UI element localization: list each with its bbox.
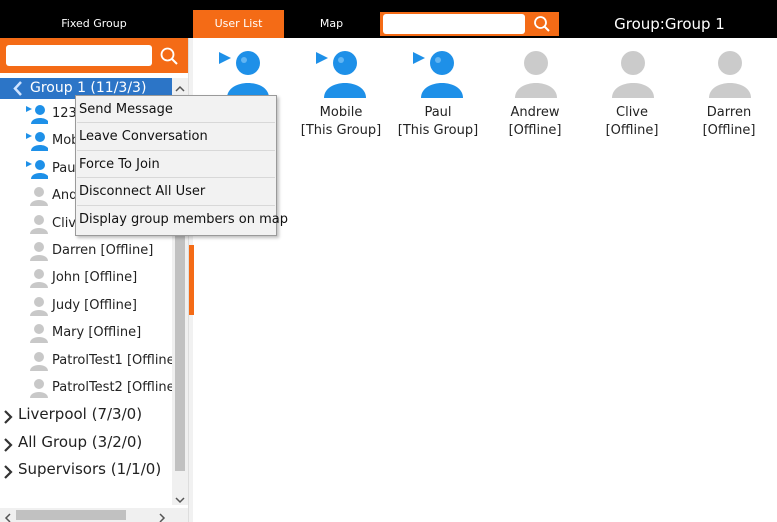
group-item[interactable]: All Group (3/2/0) [0, 429, 172, 456]
menu-item[interactable]: Display group members on map [76, 206, 288, 233]
group-title: Group:Group 1 [614, 15, 725, 33]
horizontal-scroll-thumb[interactable] [16, 510, 126, 520]
online-user-icon [26, 159, 49, 179]
offline-user-icon [510, 48, 560, 98]
member-label: John [Offline] [52, 270, 138, 286]
online-user-icon [26, 131, 49, 152]
member-item[interactable]: Mary [Offline] [0, 319, 172, 346]
context-menu: Send Message Leave Conversation Force To J… [75, 95, 288, 236]
member-item[interactable]: John [Offline] [0, 264, 172, 291]
member-label: PatrolTest2 [Offline] [52, 380, 172, 395]
expand-chevron-icon[interactable] [3, 407, 14, 424]
user-name: Paul [424, 105, 452, 120]
user-status: [Offline] [702, 123, 756, 138]
member-label: Judy [Offline] [52, 297, 137, 313]
member-label: PatrolTest1 [Offline] [52, 352, 172, 368]
top-search-bar [380, 12, 559, 36]
user-status: [Offline] [508, 123, 562, 138]
scroll-left-icon[interactable] [2, 509, 14, 522]
offline-user-icon [26, 378, 48, 398]
splitter-grip[interactable] [189, 245, 194, 315]
member-item[interactable]: Darren [Offline] [0, 237, 172, 264]
offline-user-icon [26, 186, 48, 207]
horizontal-scrollbar[interactable] [0, 508, 188, 522]
user-name: Mobile [319, 105, 363, 120]
user-status: [Offline] [605, 123, 659, 138]
search-icon[interactable] [532, 14, 552, 34]
menu-item[interactable]: Send Message [76, 96, 276, 123]
online-user-icon [26, 104, 49, 124]
scroll-up-icon[interactable] [174, 80, 186, 92]
expand-chevron-icon[interactable] [3, 462, 14, 479]
offline-user-icon [26, 296, 48, 316]
offline-user-icon [26, 241, 48, 261]
user-name: Clive [616, 105, 648, 120]
member-label: Mary [Offline] [52, 325, 142, 341]
menu-item[interactable]: Leave Conversation [76, 123, 276, 150]
group-item[interactable]: Liverpool (7/3/0) [0, 401, 172, 428]
online-user-icon [316, 48, 366, 98]
top-bar: Fixed Group User List Map Group:Group 1 [0, 0, 777, 38]
scroll-right-icon[interactable] [156, 509, 168, 522]
group-label: Liverpool (7/3/0) [18, 405, 143, 423]
member-label: And [52, 188, 78, 204]
offline-user-icon [704, 48, 754, 98]
back-chevron-icon[interactable] [12, 81, 24, 96]
online-user-icon [219, 48, 269, 98]
user-status: [This Group] [397, 123, 479, 138]
member-label: Darren [Offline] [52, 243, 154, 258]
group-1-label: Group 1 (11/3/3) [30, 80, 147, 96]
tab-map[interactable]: Map [286, 10, 377, 38]
offline-user-icon [607, 48, 657, 98]
group-item[interactable]: Supervisors (1/1/0) [0, 456, 172, 483]
tab-user-list[interactable]: User List [193, 10, 284, 38]
member-item[interactable]: PatrolTest2 [Offline] [0, 374, 172, 401]
tab-fixed-group[interactable]: Fixed Group [0, 10, 188, 38]
menu-item[interactable]: Disconnect All User [76, 178, 276, 205]
scroll-down-icon[interactable] [174, 491, 186, 504]
member-item[interactable]: Judy [Offline] [0, 292, 172, 319]
menu-item[interactable]: Force To Join [76, 151, 276, 178]
user-name: Darren [706, 105, 752, 120]
user-status: [This Group] [300, 123, 382, 138]
expand-chevron-icon[interactable] [3, 435, 14, 452]
search-icon[interactable] [158, 45, 180, 67]
offline-user-icon [26, 323, 48, 344]
top-search-input[interactable] [383, 14, 525, 34]
group-label: Supervisors (1/1/0) [18, 460, 162, 478]
offline-user-icon [26, 214, 48, 234]
offline-user-icon [26, 351, 48, 371]
offline-user-icon [26, 268, 48, 289]
group-label: All Group (3/2/0) [18, 432, 143, 451]
online-user-icon [413, 48, 463, 98]
user-name: Andrew [510, 105, 560, 120]
member-item[interactable]: PatrolTest1 [Offline] [0, 347, 172, 374]
left-search-bar [0, 38, 188, 73]
left-search-input[interactable] [6, 45, 152, 66]
